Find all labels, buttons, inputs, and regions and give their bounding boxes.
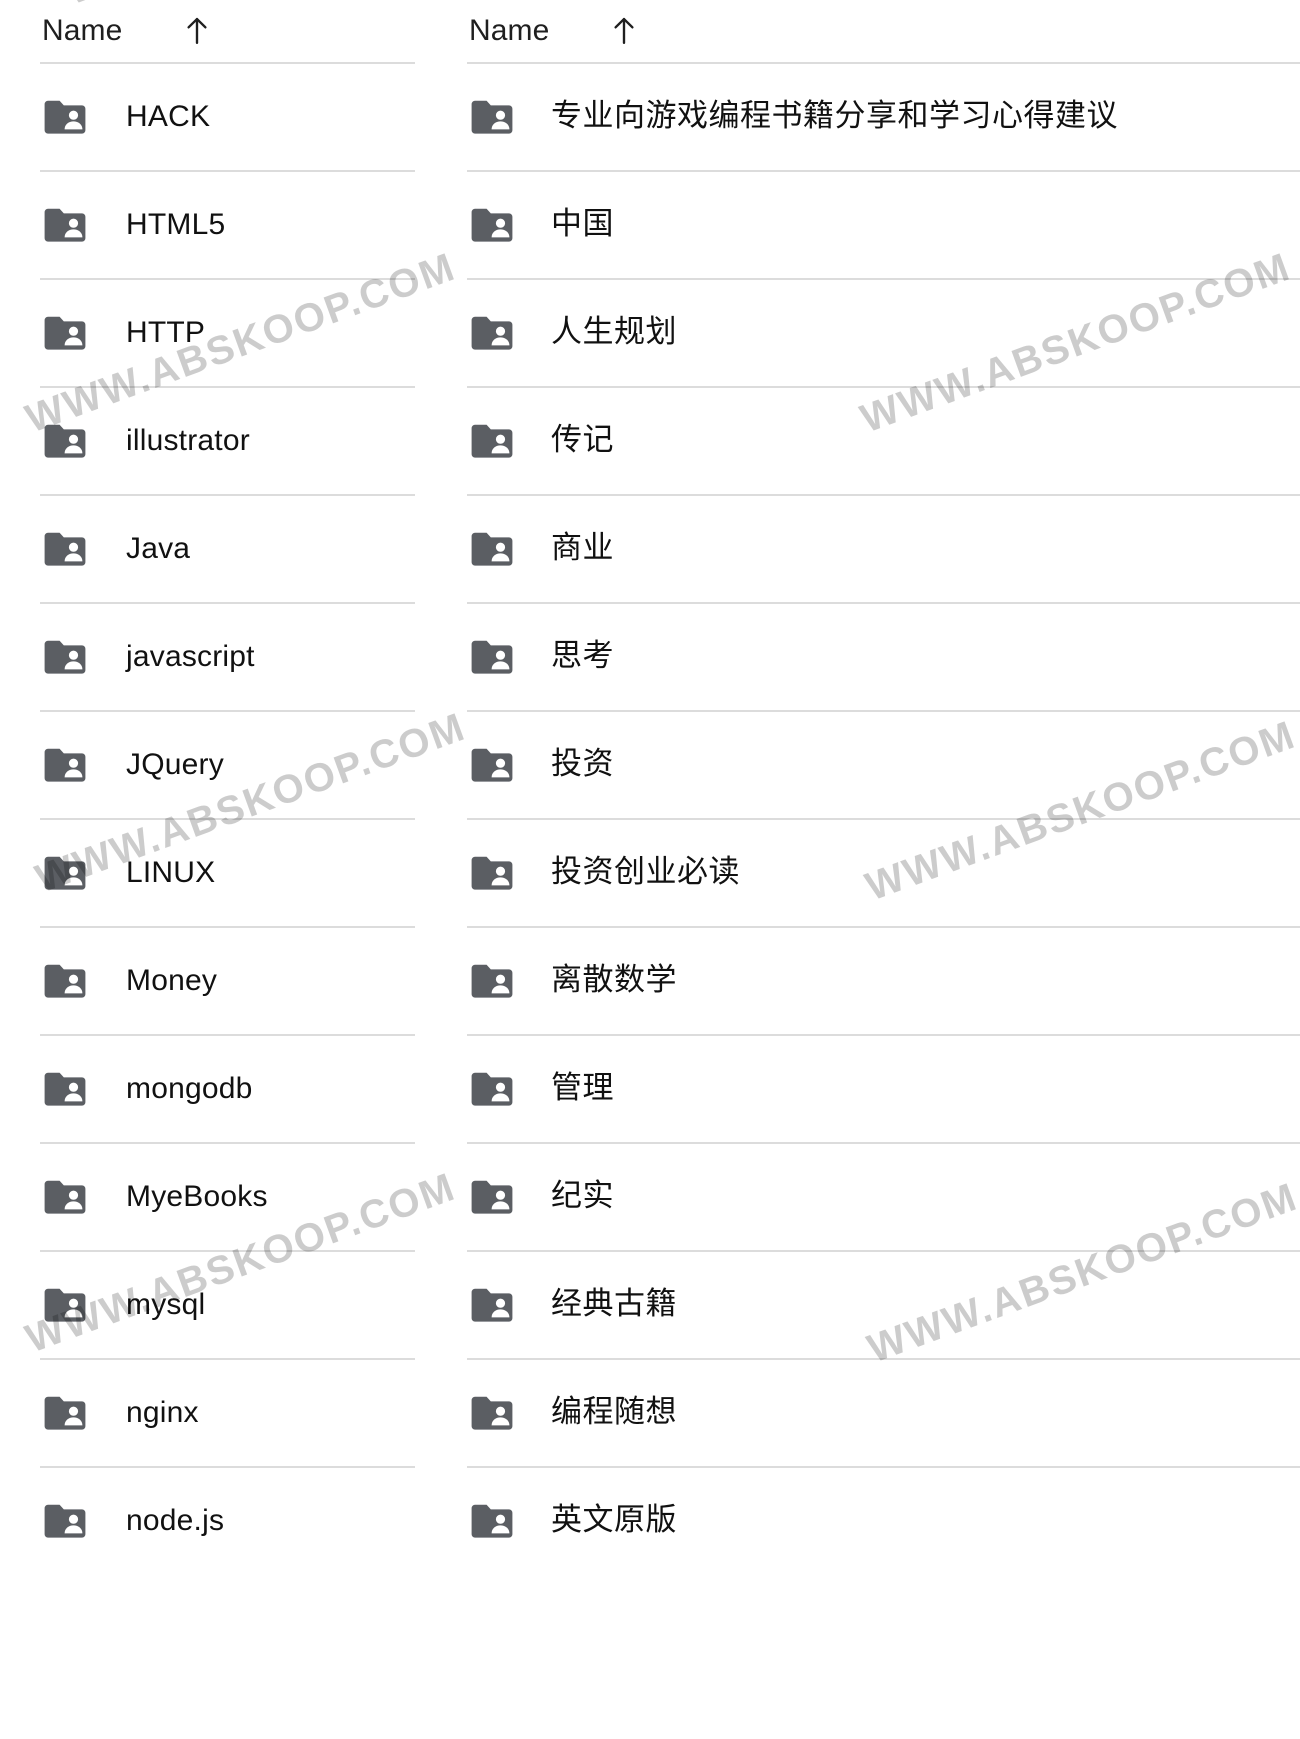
folder-name-label: 思考 — [551, 638, 614, 675]
folder-row[interactable]: LINUX — [40, 818, 415, 926]
left-file-column: Name HACK HTML5 HTTP illustrator Java javascr… — [0, 0, 415, 1739]
folder-row[interactable]: 管理 — [467, 1034, 1300, 1142]
folder-name-label: 离散数学 — [551, 962, 677, 999]
folder-row[interactable]: 纪实 — [467, 1142, 1300, 1250]
folder-name-label: illustrator — [126, 423, 250, 457]
folder-name-label: LINUX — [126, 855, 216, 889]
arrow-up-icon[interactable] — [182, 15, 212, 47]
folder-row[interactable]: illustrator — [40, 386, 415, 494]
folder-row[interactable]: JQuery — [40, 710, 415, 818]
shared-folder-icon — [42, 1070, 88, 1108]
folder-name-label: 管理 — [551, 1070, 614, 1107]
shared-folder-icon — [42, 746, 88, 784]
folder-row[interactable]: javascript — [40, 602, 415, 710]
right-folder-list: 专业向游戏编程书籍分享和学习心得建议 中国人生规划传记商业思考投资投资创业必读 离散… — [467, 62, 1300, 1574]
shared-folder-icon — [469, 98, 515, 136]
folder-name-label: HTML5 — [126, 207, 226, 241]
shared-folder-icon — [42, 314, 88, 352]
shared-folder-icon — [469, 1070, 515, 1108]
folder-name-label: HTTP — [126, 315, 206, 349]
folder-row[interactable]: mysql — [40, 1250, 415, 1358]
folder-name-label: nginx — [126, 1395, 199, 1429]
folder-row[interactable]: 商业 — [467, 494, 1300, 602]
folder-name-label: JQuery — [126, 747, 224, 781]
shared-folder-icon — [469, 746, 515, 784]
shared-folder-icon — [42, 98, 88, 136]
folder-row[interactable]: 英文原版 — [467, 1466, 1300, 1574]
shared-folder-icon — [42, 422, 88, 460]
folder-name-label: 投资 — [551, 746, 614, 783]
folder-row[interactable]: 思考 — [467, 602, 1300, 710]
folder-name-label: 专业向游戏编程书籍分享和学习心得建议 — [551, 98, 1118, 135]
shared-folder-icon — [42, 962, 88, 1000]
shared-folder-icon — [469, 1502, 515, 1540]
folder-row[interactable]: 中国 — [467, 170, 1300, 278]
folder-row[interactable]: 投资创业必读 — [467, 818, 1300, 926]
folder-row[interactable]: 编程随想 — [467, 1358, 1300, 1466]
folder-name-label: node.js — [126, 1503, 225, 1537]
folder-name-label: HACK — [126, 99, 211, 133]
folder-name-label: 经典古籍 — [551, 1286, 677, 1323]
shared-folder-icon — [42, 206, 88, 244]
folder-name-label: 传记 — [551, 422, 614, 459]
folder-row[interactable]: 投资 — [467, 710, 1300, 818]
left-column-header[interactable]: Name — [40, 0, 415, 62]
shared-folder-icon — [469, 1178, 515, 1216]
shared-folder-icon — [42, 1178, 88, 1216]
folder-row[interactable]: HACK — [40, 62, 415, 170]
shared-folder-icon — [469, 1394, 515, 1432]
folder-name-label: 人生规划 — [551, 314, 677, 351]
folder-row[interactable]: Java — [40, 494, 415, 602]
folder-row[interactable]: 专业向游戏编程书籍分享和学习心得建议 — [467, 62, 1300, 170]
folder-row[interactable]: 经典古籍 — [467, 1250, 1300, 1358]
file-browser-dual-column: Name HACK HTML5 HTTP illustrator Java javascr… — [0, 0, 1300, 1739]
shared-folder-icon — [42, 1286, 88, 1324]
folder-row[interactable]: nginx — [40, 1358, 415, 1466]
folder-name-label: MyeBooks — [126, 1179, 268, 1213]
folder-name-label: mysql — [126, 1287, 206, 1321]
shared-folder-icon — [469, 422, 515, 460]
folder-name-label: javascript — [126, 639, 255, 673]
shared-folder-icon — [469, 530, 515, 568]
shared-folder-icon — [469, 314, 515, 352]
folder-name-label: 编程随想 — [551, 1394, 677, 1431]
folder-name-label: Money — [126, 963, 218, 997]
folder-row[interactable]: node.js — [40, 1466, 415, 1574]
shared-folder-icon — [42, 854, 88, 892]
shared-folder-icon — [469, 854, 515, 892]
left-folder-list: HACK HTML5 HTTP illustrator Java javascript JQ… — [40, 62, 415, 1574]
column-header-name-label: Name — [469, 14, 550, 47]
shared-folder-icon — [42, 1394, 88, 1432]
folder-name-label: 投资创业必读 — [551, 854, 740, 891]
folder-row[interactable]: HTML5 — [40, 170, 415, 278]
right-column-header[interactable]: Name — [467, 0, 1300, 62]
arrow-up-icon[interactable] — [609, 15, 639, 47]
folder-row[interactable]: 离散数学 — [467, 926, 1300, 1034]
right-file-column: Name 专业向游戏编程书籍分享和学习心得建议 中国人生规划传记商业思考投资投资创… — [415, 0, 1300, 1739]
folder-name-label: 英文原版 — [551, 1502, 677, 1539]
shared-folder-icon — [42, 1502, 88, 1540]
folder-name-label: 商业 — [551, 530, 614, 567]
folder-name-label: 中国 — [551, 206, 614, 243]
folder-row[interactable]: HTTP — [40, 278, 415, 386]
folder-name-label: 纪实 — [551, 1178, 614, 1215]
shared-folder-icon — [469, 962, 515, 1000]
shared-folder-icon — [42, 638, 88, 676]
folder-name-label: Java — [126, 531, 191, 565]
shared-folder-icon — [469, 638, 515, 676]
shared-folder-icon — [469, 1286, 515, 1324]
folder-row[interactable]: Money — [40, 926, 415, 1034]
folder-row[interactable]: MyeBooks — [40, 1142, 415, 1250]
folder-row[interactable]: 传记 — [467, 386, 1300, 494]
folder-name-label: mongodb — [126, 1071, 253, 1105]
folder-row[interactable]: mongodb — [40, 1034, 415, 1142]
shared-folder-icon — [469, 206, 515, 244]
folder-row[interactable]: 人生规划 — [467, 278, 1300, 386]
column-header-name-label: Name — [42, 14, 123, 47]
shared-folder-icon — [42, 530, 88, 568]
